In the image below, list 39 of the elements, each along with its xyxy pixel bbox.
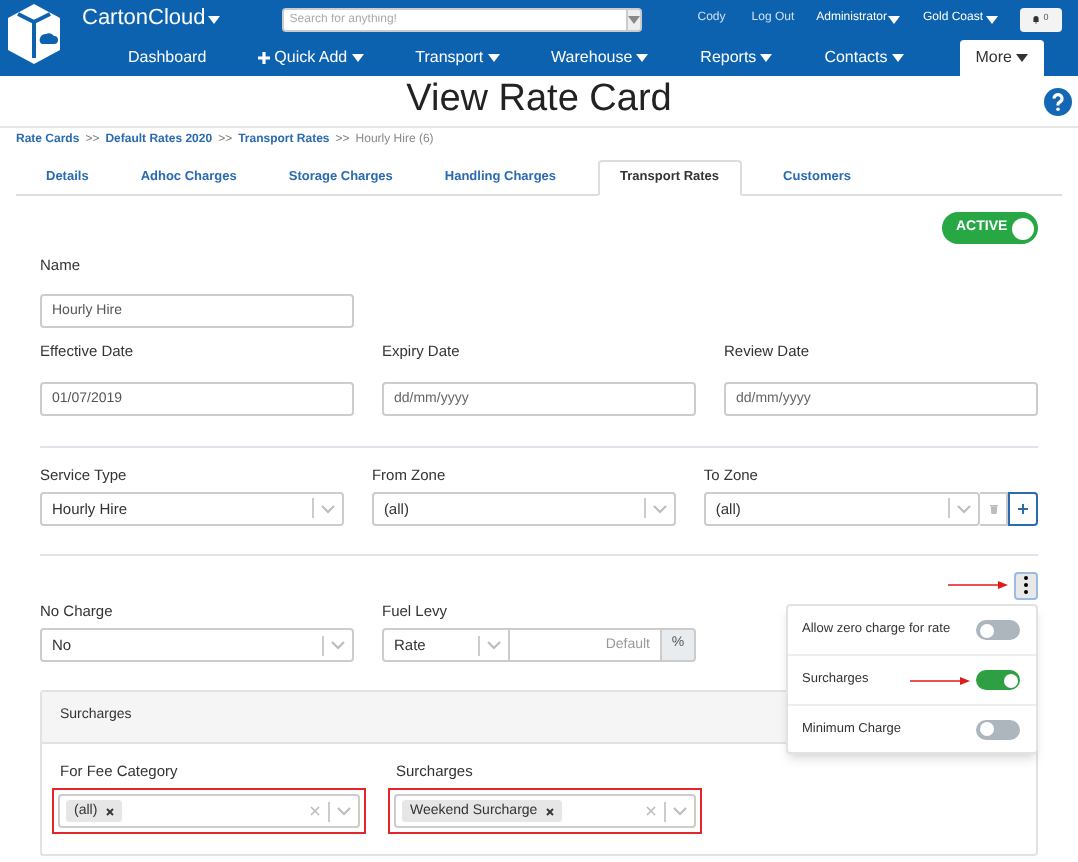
more-options-button[interactable] [1014,571,1038,600]
nav-item[interactable]: Contacts [808,40,920,76]
caret-icon [888,15,901,23]
nav-item[interactable]: Dashboard [112,40,223,76]
chevron-down-icon [672,806,688,817]
page-title: View Rate Card [406,76,672,125]
remove-icon[interactable] [545,807,554,816]
chevron-down-icon [319,503,336,514]
chevron-down-icon [330,640,346,650]
bell-icon [1031,15,1040,23]
caret-icon [891,54,904,62]
nav-item[interactable]: Reports [684,40,789,76]
caret-icon [487,54,500,62]
nav-item[interactable]: Warehouse [535,40,665,76]
add-button[interactable] [1008,491,1038,526]
nav-item[interactable]: Quick Add [242,40,380,76]
chevron-down-icon [486,640,502,650]
caret-icon [636,54,649,62]
plus-icon [1018,503,1028,514]
nav-item[interactable]: Transport [399,40,516,76]
caret-icon [760,54,773,62]
caret-icon [351,54,364,62]
chevron-down-icon [956,503,972,514]
caret-icon [207,15,220,23]
remove-icon[interactable] [105,807,114,816]
toggle-switch[interactable] [976,719,1020,739]
nav-item[interactable]: More [959,40,1044,76]
caret-icon [627,15,640,23]
help-icon[interactable] [1044,88,1072,116]
caret-icon [985,15,997,23]
chevron-down-icon [651,503,668,514]
arrow-icon [910,675,970,685]
caret-icon [1016,54,1028,62]
plus-icon [258,52,271,64]
toggle-switch[interactable] [976,620,1020,640]
chevron-down-icon [336,806,352,817]
brand-menu[interactable]: CartonCloud [82,2,220,36]
trash-icon [989,503,997,514]
toggle-switch[interactable] [976,670,1020,690]
